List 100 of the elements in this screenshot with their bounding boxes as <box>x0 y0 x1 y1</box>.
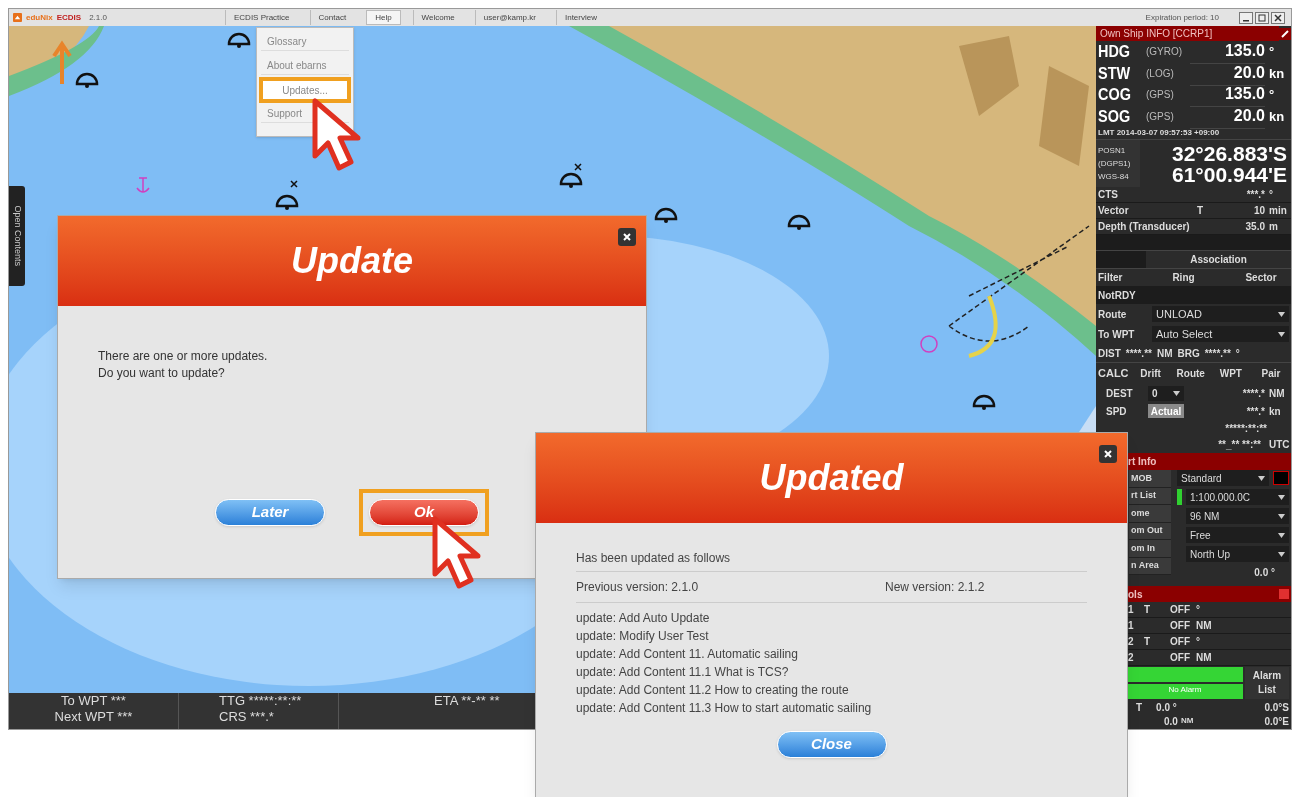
scale-bar <box>1177 489 1182 505</box>
calc-label: CALC <box>1098 366 1129 382</box>
buoy-icon <box>75 72 99 88</box>
route-dropdown[interactable]: Auto Select <box>1152 326 1289 342</box>
association-label: Association <box>1189 253 1248 267</box>
mode-label: T <box>1197 204 1205 218</box>
local-time-label: LMT 2014-03-07 09:57:53 +09:00 <box>1097 127 1221 139</box>
reading-source: (LOG) <box>1146 66 1175 81</box>
route-field-label: To WPT <box>1098 327 1136 342</box>
chart-dropdown[interactable]: 1:100.000.0C <box>1186 489 1289 505</box>
chart-dropdown[interactable]: Standard <box>1177 470 1269 486</box>
dest-dropdown[interactable]: 0 <box>1148 385 1184 401</box>
logo-icon <box>13 13 22 22</box>
route-field-label: Route <box>1098 307 1128 322</box>
buoy-icon <box>654 207 678 223</box>
eta-value: **_** **:** <box>1218 438 1261 452</box>
logo-text: eduNix <box>26 11 53 24</box>
unit-label: ° <box>1235 346 1240 361</box>
cross-mark-icon <box>574 163 582 171</box>
data-value: 35.0 <box>1244 220 1265 234</box>
dropdown-arrow-icon <box>1278 494 1285 500</box>
alarm-status: No Alarm <box>1127 684 1243 699</box>
position-source-label: POSN1 <box>1098 145 1127 157</box>
tool-cell-text: T <box>1144 635 1152 649</box>
reading-unit: ° <box>1269 43 1276 61</box>
buoy-icon <box>275 194 299 210</box>
dropdown-arrow-icon <box>1278 331 1285 337</box>
calc-tab[interactable]: Route <box>1172 366 1209 381</box>
expiration-label: Expiration period: 10 <box>1145 11 1219 24</box>
chart-dropdown[interactable]: 96 NM <box>1186 508 1289 524</box>
tool-cell-text: OFF <box>1170 635 1190 649</box>
pointer-cursor-icon <box>312 98 362 172</box>
ring-button[interactable]: Ring <box>1136 270 1231 285</box>
tool-cell-text: OFF <box>1170 619 1190 633</box>
changelog-line: update: Add Content 11. Automatic sailing <box>576 646 799 663</box>
dropdown-arrow-icon <box>1278 513 1285 519</box>
close-button[interactable] <box>618 228 636 246</box>
unit-label: min <box>1269 204 1288 218</box>
chart-button[interactable]: ome <box>1129 505 1171 523</box>
tool-cell-text: 1 <box>1128 603 1135 617</box>
dropdown-arrow-icon <box>1173 390 1180 396</box>
unit-label: NM <box>1156 346 1173 361</box>
distance-value: ****.** <box>1125 346 1152 361</box>
menu-item[interactable]: Interview <box>555 10 605 25</box>
changelog-line: update: Add Content 11.2 How to creating the route <box>576 682 850 699</box>
changelog-line: update: Add Content 11.1 What is TCS? <box>576 664 790 681</box>
dropdown-arrow-icon <box>1278 532 1285 538</box>
buoy-icon <box>227 32 251 48</box>
changelog-line: update: Modify User Test <box>576 628 710 645</box>
chart-dropdown[interactable]: Free <box>1186 527 1289 543</box>
close-icon <box>1104 450 1112 458</box>
unit-label: ° <box>1269 188 1274 202</box>
tool-cell-text: 1 <box>1128 619 1135 633</box>
tool-cell-text: NM <box>1196 651 1213 665</box>
position-source-label: WGS-84 <box>1098 171 1130 183</box>
previous-version: Previous version: 2.1.0 <box>576 579 700 596</box>
calc-tab[interactable]: Pair <box>1252 366 1289 381</box>
reading-unit: ° <box>1269 86 1276 104</box>
close-button[interactable] <box>1099 445 1117 463</box>
alarm-list-button[interactable]: Alarm List <box>1245 667 1289 699</box>
chart-button[interactable]: MOB <box>1129 470 1171 488</box>
reading-name: HDG <box>1098 41 1132 63</box>
tool-cell-text: 2 <box>1128 651 1135 665</box>
data-value: 10 <box>1252 204 1265 218</box>
data-value: ***.* <box>1245 188 1265 202</box>
reading-name: SOG <box>1098 105 1132 128</box>
chart-button[interactable]: om In <box>1129 540 1171 558</box>
tool-cell-text: OFF <box>1170 651 1190 665</box>
panel-header: Own Ship INFO [CCRP1] <box>1096 26 1279 41</box>
filter-label: Filter <box>1097 271 1124 285</box>
menu-item[interactable]: user@kamp.kr <box>474 10 544 25</box>
arc-line <box>968 295 998 358</box>
longitude-value: 61°00.944'E <box>1172 163 1287 185</box>
section-header: rt Info <box>1128 455 1157 469</box>
reading-value: 135.0 <box>1190 82 1265 108</box>
reading-value: 20.0 <box>1190 103 1265 129</box>
circle-mark-icon <box>920 335 938 353</box>
reading-source: (GYRO) <box>1146 45 1184 60</box>
dialog-button[interactable]: Ok <box>369 499 479 526</box>
latitude-value: 0.0°S <box>1264 700 1289 715</box>
chart-dropdown[interactable]: North Up <box>1186 546 1289 562</box>
tool-cell-text: T <box>1144 603 1152 617</box>
dialog-title: Updated <box>759 456 904 500</box>
empty-cell <box>1096 251 1146 268</box>
contents-side-tab[interactable]: Open Contents <box>9 186 25 286</box>
dialog-message: There are one or more updates. <box>98 348 269 365</box>
menu-item[interactable]: Contact <box>309 10 355 25</box>
menu-item[interactable]: ECDIS Practice <box>225 10 298 25</box>
dest-label: DEST <box>1106 386 1134 401</box>
route-dropdown[interactable]: UNLOAD <box>1152 306 1289 322</box>
menu-item[interactable]: Help <box>366 10 401 25</box>
calc-tab[interactable]: Drift <box>1132 366 1169 381</box>
speed-label: SPD <box>1106 404 1128 419</box>
sector-button[interactable]: Sector <box>1231 270 1291 285</box>
tool-cell-text: NM <box>1196 619 1213 633</box>
calc-tab[interactable]: WPT <box>1212 366 1249 381</box>
menu-item[interactable]: Welcome <box>412 10 463 25</box>
dropdown-arrow-icon <box>1278 311 1285 317</box>
buoy-icon <box>787 214 811 230</box>
bearing-value: ****.** <box>1204 346 1231 361</box>
